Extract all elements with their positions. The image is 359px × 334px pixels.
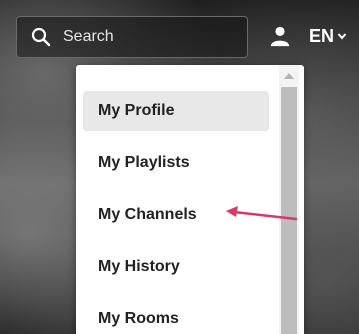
search-input[interactable]: Search <box>16 16 248 58</box>
menu-item-my-playlists[interactable]: My Playlists <box>83 143 269 183</box>
scroll-up-button[interactable] <box>279 65 299 87</box>
language-label: EN <box>309 25 335 46</box>
user-icon <box>270 26 290 47</box>
menu-item-my-history[interactable]: My History <box>83 247 269 287</box>
search-placeholder: Search <box>63 28 114 45</box>
user-menu-dropdown: My Profile My Playlists My Channels My H… <box>76 65 304 334</box>
pointer-arrow-icon <box>226 206 298 221</box>
menu-item-my-profile[interactable]: My Profile <box>83 91 269 131</box>
user-account-button[interactable] <box>268 24 292 48</box>
user-menu-list: My Profile My Playlists My Channels My H… <box>76 65 276 334</box>
chevron-down-icon <box>337 33 347 40</box>
scroll-up-arrow-icon <box>284 73 294 79</box>
menu-item-my-rooms[interactable]: My Rooms <box>83 299 269 334</box>
language-selector[interactable]: EN <box>309 22 347 50</box>
menu-scrollbar[interactable] <box>279 65 299 334</box>
search-icon <box>31 27 51 47</box>
